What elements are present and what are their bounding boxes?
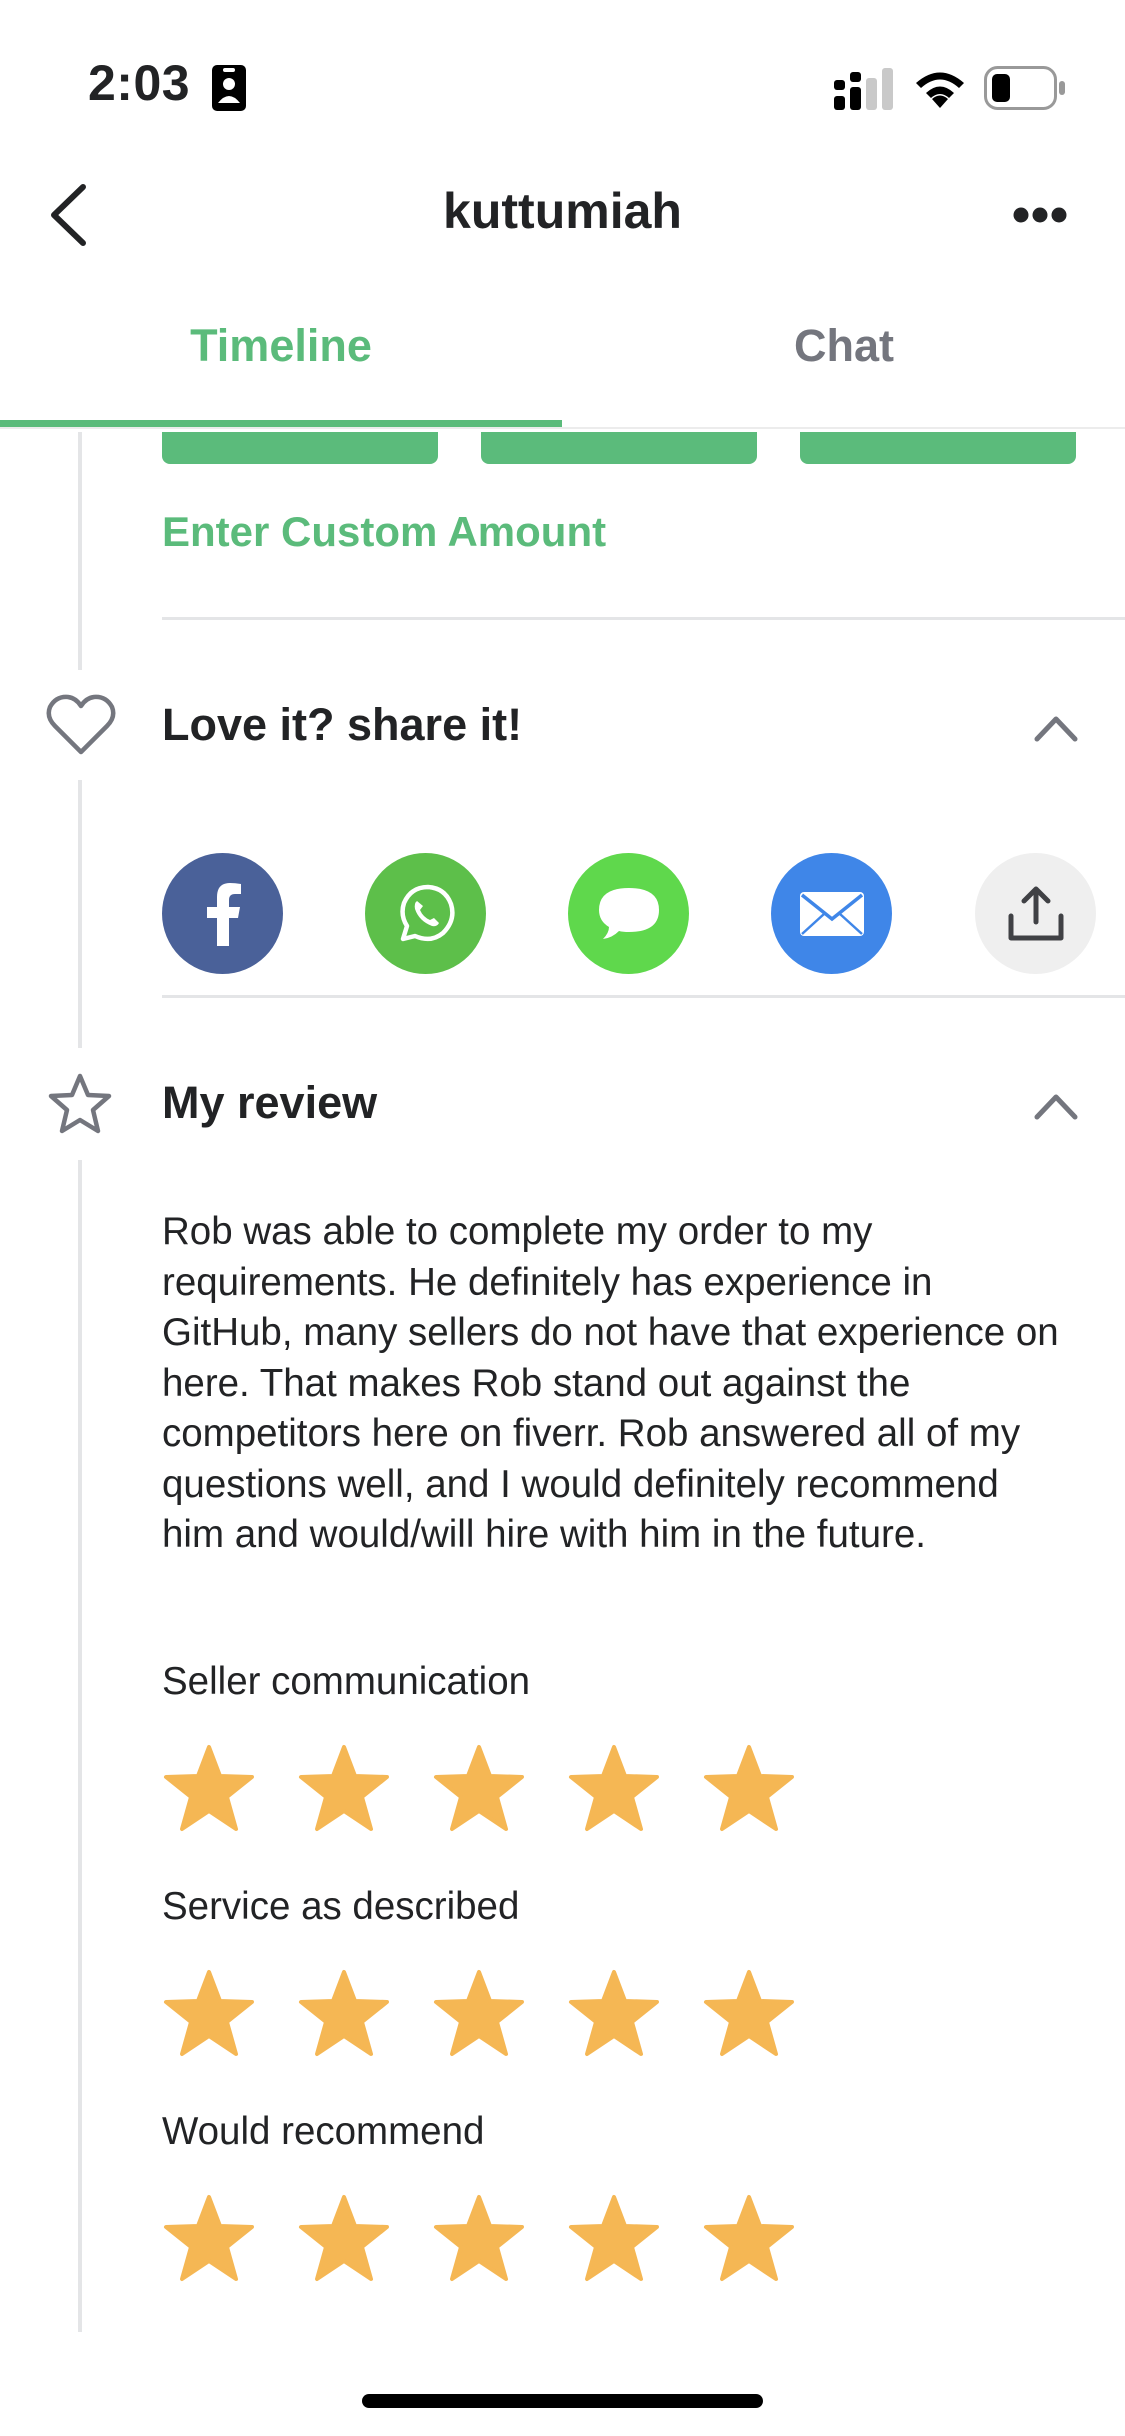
contact-card-icon — [212, 65, 246, 111]
star-filled-icon — [702, 1738, 837, 1838]
wifi-icon — [916, 72, 964, 108]
enter-custom-amount-link[interactable]: Enter Custom Amount — [162, 508, 606, 556]
tip-amount-button[interactable] — [800, 432, 1076, 464]
status-time: 2:03 — [88, 55, 191, 111]
share-whatsapp-button[interactable] — [365, 853, 486, 974]
star-filled-icon — [162, 1738, 297, 1838]
share-section-title: Love it? share it! — [162, 699, 523, 750]
star-filled-icon — [432, 1963, 567, 2063]
star-filled-icon — [432, 2188, 567, 2288]
rating-stars — [162, 1738, 837, 1838]
star-filled-icon — [432, 1738, 567, 1838]
tab-chat[interactable]: Chat — [563, 320, 1125, 372]
more-horizontal-icon[interactable] — [1013, 205, 1067, 225]
share-messages-button[interactable] — [568, 853, 689, 974]
rating-stars — [162, 1963, 837, 2063]
battery-icon — [984, 66, 1065, 110]
facebook-icon — [206, 882, 241, 946]
share-more-button[interactable] — [975, 853, 1096, 974]
tab-timeline[interactable]: Timeline — [0, 320, 562, 372]
tip-amount-button[interactable] — [162, 432, 438, 464]
rating-label-service-as-described: Service as described — [162, 1885, 520, 1928]
star-filled-icon — [702, 2188, 837, 2288]
page-title: kuttumiah — [443, 183, 682, 239]
rating-label-seller-communication: Seller communication — [162, 1660, 531, 1703]
messages-icon — [598, 887, 659, 939]
tip-amount-button[interactable] — [481, 432, 757, 464]
whatsapp-icon — [399, 884, 455, 941]
timeline-line — [78, 432, 82, 670]
share-upload-icon — [1008, 886, 1063, 940]
star-filled-icon — [162, 2188, 297, 2288]
tab-bar-divider — [0, 427, 1125, 429]
star-filled-icon — [567, 2188, 702, 2288]
review-text: Rob was able to complete my order to my … — [162, 1210, 1059, 1556]
star-filled-icon — [702, 1963, 837, 2063]
star-filled-icon — [162, 1963, 297, 2063]
star-outline-icon — [48, 1073, 112, 1134]
chevron-up-icon[interactable] — [1034, 1092, 1078, 1120]
star-filled-icon — [297, 1738, 432, 1838]
rating-stars — [162, 2188, 837, 2288]
active-tab-indicator — [0, 420, 562, 427]
email-icon — [799, 891, 864, 936]
heart-icon — [46, 694, 116, 755]
share-email-button[interactable] — [771, 853, 892, 974]
section-divider — [162, 995, 1125, 998]
star-filled-icon — [297, 2188, 432, 2288]
home-indicator — [362, 2394, 763, 2408]
section-divider — [162, 617, 1125, 620]
star-filled-icon — [567, 1738, 702, 1838]
timeline-line — [78, 780, 82, 1048]
rating-label-would-recommend: Would recommend — [162, 2110, 485, 2153]
review-section-title: My review — [162, 1077, 378, 1128]
signal-icon — [834, 68, 893, 110]
timeline-line — [78, 1160, 82, 2332]
star-filled-icon — [567, 1963, 702, 2063]
share-facebook-button[interactable] — [162, 853, 283, 974]
chevron-up-icon[interactable] — [1034, 714, 1078, 742]
star-filled-icon — [297, 1963, 432, 2063]
